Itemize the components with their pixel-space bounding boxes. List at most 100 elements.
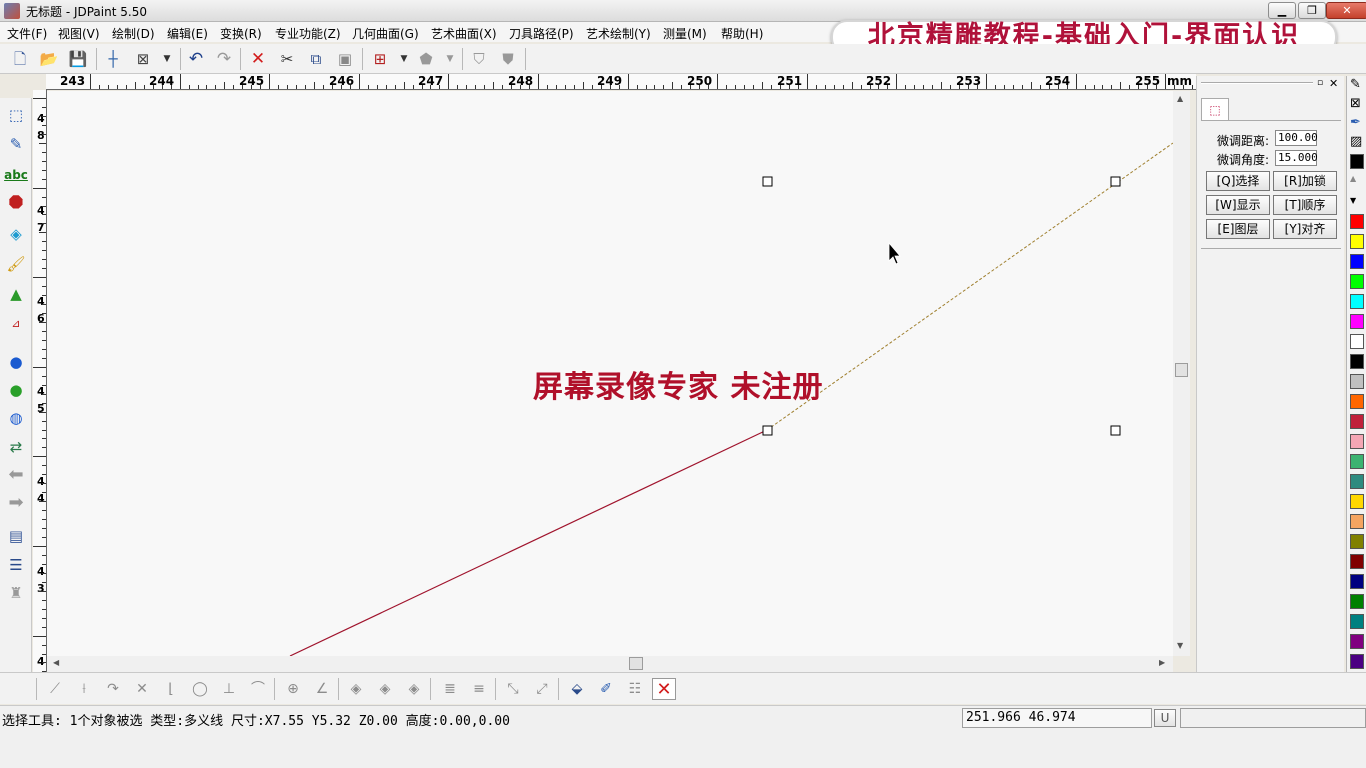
panel-close-icon[interactable]: ✕ bbox=[1329, 77, 1338, 90]
bulb-blue-icon[interactable]: ● bbox=[3, 349, 29, 375]
color-swatch[interactable] bbox=[1350, 274, 1364, 289]
color-swatch[interactable] bbox=[1350, 354, 1364, 369]
color-swatch[interactable] bbox=[1350, 314, 1364, 329]
color-swatch[interactable] bbox=[1350, 454, 1364, 469]
paste-icon[interactable]: ▣ bbox=[333, 47, 357, 71]
3d-view-icon[interactable]: ⬙ bbox=[565, 678, 589, 700]
new-file-icon[interactable]: 🗋 bbox=[8, 47, 32, 71]
color-swatch[interactable] bbox=[1350, 414, 1364, 429]
line-tangent-icon[interactable]: ⟊ bbox=[72, 678, 96, 700]
palette-down-icon[interactable]: ▼ bbox=[1350, 196, 1356, 205]
color-swatch[interactable] bbox=[1350, 614, 1364, 629]
measure-icon[interactable]: ✐ bbox=[594, 678, 618, 700]
scroll-up-icon[interactable]: ▲ bbox=[1177, 94, 1183, 103]
close-x-icon[interactable]: ✕ bbox=[652, 678, 676, 700]
redo-icon[interactable]: ↷ bbox=[212, 47, 236, 71]
layer-button[interactable]: [E]图层 bbox=[1206, 219, 1270, 239]
snap-point-icon[interactable]: ⊕ bbox=[281, 678, 305, 700]
horizontal-scroll-thumb[interactable] bbox=[629, 657, 643, 670]
bulb-green-icon[interactable]: ● bbox=[3, 377, 29, 403]
undo-icon[interactable]: ↶ bbox=[184, 47, 208, 71]
polygon-icon[interactable]: ⯃ bbox=[3, 191, 29, 217]
shield-tool-icon[interactable]: ⛉ bbox=[467, 47, 491, 71]
snap-grid-icon[interactable]: ⊞ bbox=[368, 47, 392, 71]
fine-angle-input[interactable]: 15.000 bbox=[1275, 150, 1318, 166]
pen-line-icon[interactable]: ✎ bbox=[3, 131, 29, 157]
fill-shape-icon[interactable]: ▲ bbox=[3, 281, 29, 307]
hatch2-icon[interactable]: ≡ bbox=[467, 678, 491, 700]
eraser-icon[interactable]: ◈ bbox=[3, 221, 29, 247]
perpendicular-icon[interactable]: ⊥ bbox=[217, 678, 241, 700]
dropdown-arrow-icon[interactable]: ▼ bbox=[392, 47, 416, 71]
line-angle-icon[interactable]: ↷ bbox=[101, 678, 125, 700]
color-swatch[interactable] bbox=[1350, 214, 1364, 229]
color-swatch[interactable] bbox=[1350, 374, 1364, 389]
render-shape-icon[interactable]: ⬟ bbox=[414, 47, 438, 71]
hatch-icon[interactable]: ≣ bbox=[438, 678, 462, 700]
color-swatch[interactable] bbox=[1350, 334, 1364, 349]
scroll-left-icon[interactable]: ◀ bbox=[53, 658, 59, 667]
color-swatch[interactable] bbox=[1350, 474, 1364, 489]
vertical-scroll-thumb[interactable] bbox=[1175, 363, 1188, 377]
select-button[interactable]: [Q]选择 bbox=[1206, 171, 1270, 191]
eyedropper-icon[interactable]: ✒ bbox=[1350, 115, 1361, 130]
diamond-icon[interactable]: ◈ bbox=[402, 678, 426, 700]
diamond-icon[interactable]: ◈ bbox=[373, 678, 397, 700]
arrow-left-icon[interactable]: ⬅ bbox=[3, 462, 29, 488]
color-swatch[interactable] bbox=[1350, 434, 1364, 449]
panel-restore-icon[interactable]: ▫ bbox=[1317, 78, 1323, 88]
palette-up-icon[interactable]: ▲ bbox=[1350, 174, 1356, 183]
node-edit-icon[interactable]: ⬚ bbox=[3, 102, 29, 128]
lock-button[interactable]: [R]加锁 bbox=[1273, 171, 1337, 191]
color-swatch[interactable] bbox=[1350, 154, 1364, 169]
scroll-right-icon[interactable]: ▶ bbox=[1159, 658, 1165, 667]
dropdown-arrow-icon[interactable]: ▼ bbox=[155, 47, 179, 71]
copy-icon[interactable]: ⧉ bbox=[304, 47, 328, 71]
crosshair-icon[interactable]: ┼ bbox=[101, 47, 125, 71]
corner-icon[interactable]: ⌊ bbox=[159, 678, 183, 700]
arrow-right-icon[interactable]: ➡ bbox=[3, 490, 29, 516]
color-swatch[interactable] bbox=[1350, 594, 1364, 609]
restore-button[interactable]: ❐ bbox=[1298, 2, 1326, 19]
line-icon[interactable]: ⟋ bbox=[43, 678, 67, 700]
color-swatch[interactable] bbox=[1350, 634, 1364, 649]
color-swatch[interactable] bbox=[1350, 654, 1364, 669]
save-icon[interactable]: 💾 bbox=[66, 47, 90, 71]
pattern-icon[interactable]: ▨ bbox=[1350, 134, 1362, 149]
close-window-button[interactable]: ✕ bbox=[1326, 2, 1366, 19]
fine-distance-input[interactable]: 100.00 bbox=[1275, 130, 1318, 146]
color-swatch[interactable] bbox=[1350, 254, 1364, 269]
node-icon[interactable]: ⤡ bbox=[501, 678, 525, 700]
color-swatch[interactable] bbox=[1350, 534, 1364, 549]
list-icon[interactable]: ☷ bbox=[623, 678, 647, 700]
dropdown-arrow-icon[interactable]: ▼ bbox=[438, 47, 462, 71]
align-button[interactable]: [Y]对齐 bbox=[1273, 219, 1337, 239]
diamond-icon[interactable]: ◈ bbox=[344, 678, 368, 700]
dimension-icon[interactable]: ⊿ bbox=[3, 311, 29, 337]
menu-file[interactable]: 文件(F) bbox=[7, 25, 47, 42]
delete-icon[interactable]: ✕ bbox=[246, 47, 270, 71]
text-abc-icon[interactable]: abc bbox=[3, 162, 29, 188]
list-lines-icon[interactable]: ☰ bbox=[3, 552, 29, 578]
bell-icon[interactable]: ♜ bbox=[3, 580, 29, 606]
menu-view[interactable]: 视图(V) bbox=[58, 25, 100, 42]
arc-icon[interactable]: ⌒ bbox=[246, 678, 270, 700]
bulb-dual-icon[interactable]: ◍ bbox=[3, 405, 29, 431]
menu-pro-functions[interactable]: 专业功能(Z) bbox=[275, 25, 341, 42]
transform-icon[interactable]: ⇄ bbox=[3, 434, 29, 460]
node2-icon[interactable]: ⤢ bbox=[530, 678, 554, 700]
menu-geometry-surface[interactable]: 几何曲面(G) bbox=[352, 25, 419, 42]
select-tab-icon[interactable]: ⬚ bbox=[1201, 98, 1229, 120]
menu-transform[interactable]: 变换(R) bbox=[220, 25, 262, 42]
layers-icon[interactable]: ▤ bbox=[3, 523, 29, 549]
circle-icon[interactable]: ◯ bbox=[188, 678, 212, 700]
menu-measure[interactable]: 测量(M) bbox=[663, 25, 707, 42]
show-button[interactable]: [W]显示 bbox=[1206, 195, 1270, 215]
pen-icon[interactable]: ✎ bbox=[1350, 77, 1361, 92]
color-swatch[interactable] bbox=[1350, 574, 1364, 589]
scroll-down-icon[interactable]: ▼ bbox=[1177, 641, 1183, 650]
no-fill-icon[interactable]: ⊠ bbox=[1350, 96, 1361, 111]
cross-lines-icon[interactable]: ✕ bbox=[130, 678, 154, 700]
horizontal-scrollbar[interactable]: ◀ ▶ bbox=[47, 656, 1173, 672]
menu-art-draw[interactable]: 艺术绘制(Y) bbox=[586, 25, 651, 42]
